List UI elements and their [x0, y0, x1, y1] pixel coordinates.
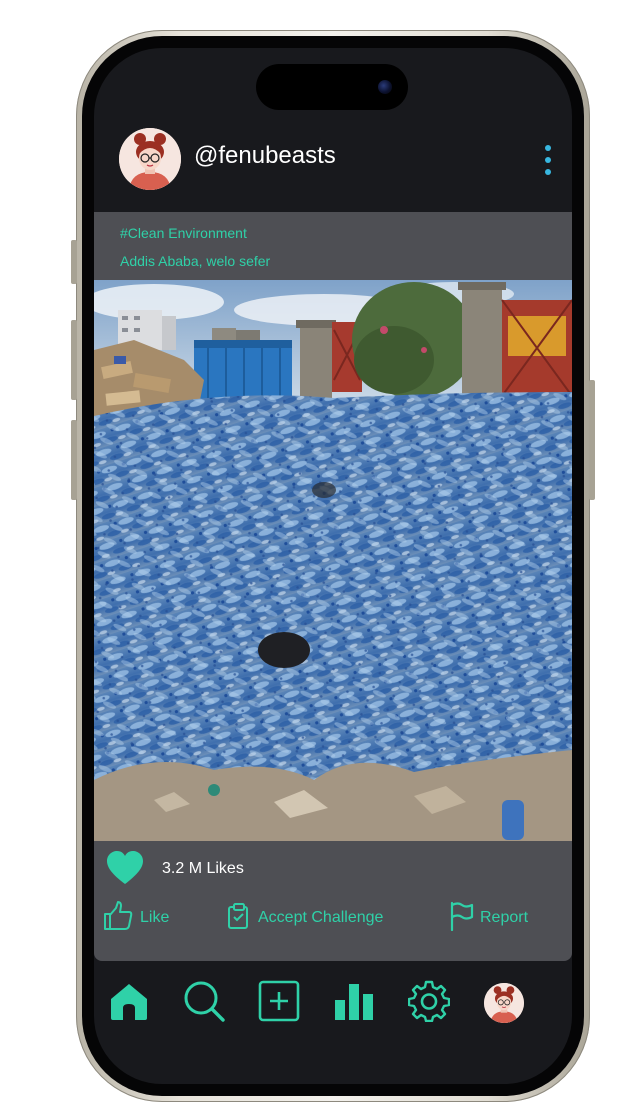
- thumbs-up-icon: [102, 900, 134, 937]
- accept-challenge-label: Accept Challenge: [258, 909, 384, 926]
- nav-search[interactable]: [182, 981, 226, 1025]
- volume-down-button: [71, 420, 77, 500]
- bottom-nav: [94, 973, 572, 1033]
- location[interactable]: Addis Ababa, welo sefer: [120, 253, 270, 269]
- add-post-icon: [258, 980, 300, 1027]
- dynamic-island: [256, 64, 408, 110]
- report-button[interactable]: Report: [448, 901, 528, 935]
- nav-profile[interactable]: [482, 981, 526, 1025]
- like-label: Like: [140, 909, 170, 926]
- avatar[interactable]: [119, 128, 181, 190]
- stats-icon: [333, 980, 375, 1027]
- search-icon: [182, 979, 226, 1028]
- report-label: Report: [480, 909, 529, 926]
- profile-avatar: [484, 983, 524, 1023]
- post-image[interactable]: [94, 280, 572, 841]
- camera-icon: [378, 80, 392, 94]
- like-button[interactable]: Like: [102, 900, 170, 937]
- nav-add-post[interactable]: [257, 980, 301, 1027]
- clipboard-check-icon: [226, 902, 252, 935]
- home-icon: [108, 980, 150, 1027]
- accept-challenge-button[interactable]: Accept Challenge: [226, 901, 383, 935]
- action-button: [71, 240, 77, 284]
- more-options-icon[interactable]: [542, 145, 554, 175]
- post-header: @fenubeasts: [94, 128, 572, 212]
- post-actions: 3.2 M Likes Like Accept Challenge Report: [94, 841, 572, 961]
- nav-home[interactable]: [107, 981, 151, 1025]
- post-meta: #Clean Environment Addis Ababa, welo sef…: [94, 212, 572, 280]
- settings-icon: [407, 980, 451, 1027]
- heart-icon[interactable]: [106, 851, 144, 885]
- hashtag[interactable]: #Clean Environment: [120, 225, 247, 241]
- power-button: [589, 380, 595, 500]
- nav-stats[interactable]: [332, 981, 376, 1025]
- nav-settings[interactable]: [407, 980, 451, 1027]
- flag-icon: [448, 901, 474, 936]
- likes-count: 3.2 M Likes: [162, 860, 244, 877]
- username[interactable]: @fenubeasts: [194, 142, 336, 170]
- volume-up-button: [71, 320, 77, 400]
- app-screen: @fenubeasts #Clean Environment Addis Aba…: [94, 48, 572, 1084]
